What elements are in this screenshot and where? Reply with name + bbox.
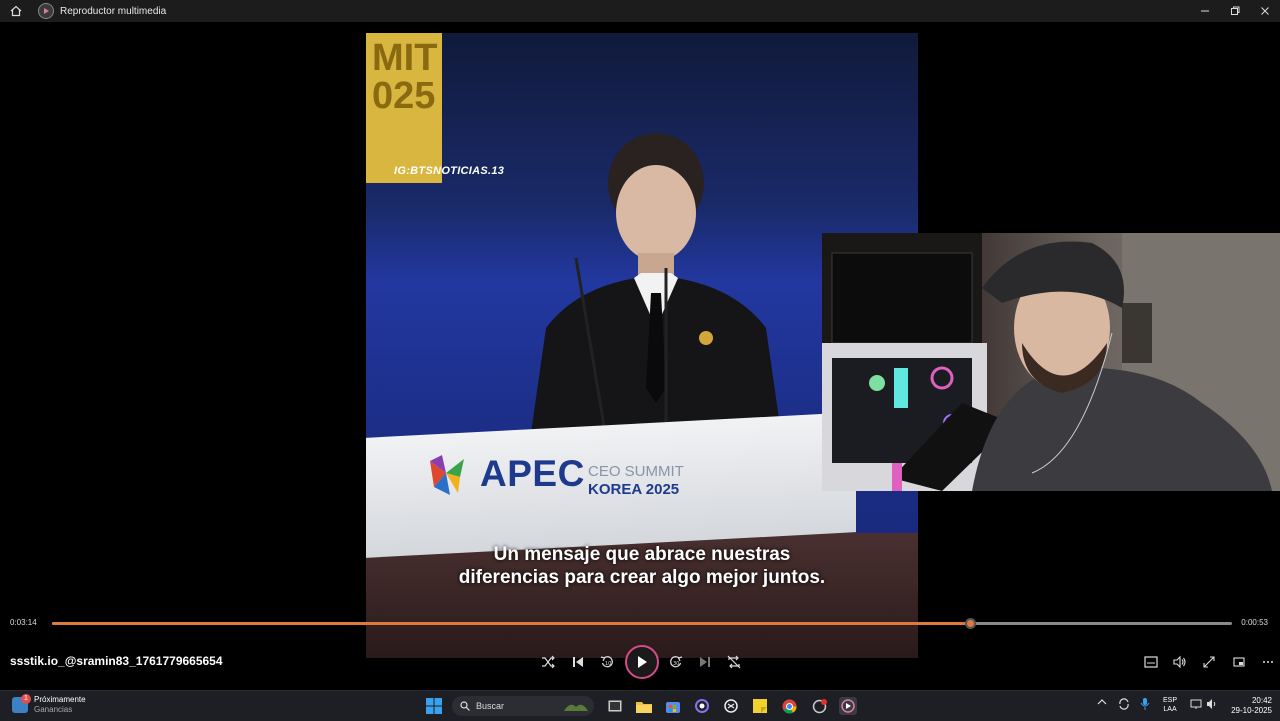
forward-button[interactable]: 30	[664, 650, 688, 674]
window-title: Reproductor multimedia	[60, 5, 167, 17]
more-options-button[interactable]	[1256, 650, 1280, 674]
network-icon[interactable]	[1190, 698, 1202, 712]
widget-subtitle: Ganancias	[34, 705, 73, 714]
video-caption: Un mensaje que abrace nuestras diferenci…	[366, 543, 918, 589]
chart-icon: 1	[12, 694, 31, 713]
fullscreen-button[interactable]	[1197, 650, 1221, 674]
shuffle-button[interactable]	[536, 650, 560, 674]
repeat-button[interactable]	[722, 650, 746, 674]
close-button[interactable]	[1250, 0, 1280, 22]
sticky-notes-icon[interactable]	[751, 697, 769, 715]
play-icon	[638, 656, 647, 668]
fullscreen-icon	[1203, 656, 1215, 668]
notification-badge: 1	[21, 694, 31, 704]
svg-text:30: 30	[673, 661, 679, 667]
search-highlight-icon	[564, 704, 588, 711]
speaker-icon[interactable]	[1206, 698, 1218, 712]
subtitles-button[interactable]	[1139, 650, 1163, 674]
search-icon	[460, 701, 470, 711]
repeat-off-icon	[727, 655, 741, 669]
next-icon	[700, 657, 710, 667]
taskbar-search[interactable]: Buscar	[452, 696, 594, 716]
restore-button[interactable]	[1220, 0, 1250, 22]
chrome-icon[interactable]	[780, 697, 798, 715]
forward-30-icon: 30	[670, 656, 683, 668]
file-explorer-icon[interactable]	[635, 697, 653, 715]
clock-date: 29-10-2025	[1231, 706, 1272, 715]
apec-wordmark: APEC	[480, 453, 585, 494]
volume-button[interactable]	[1168, 650, 1192, 674]
media-filename: ssstik.io_@sramin83_1761779665654	[10, 654, 223, 668]
keyboard-layout: LAA	[1163, 706, 1177, 713]
title-bar: Reproductor multimedia	[0, 0, 1280, 22]
taskview-icon[interactable]	[606, 697, 624, 715]
shuffle-icon	[542, 655, 555, 669]
microphone-icon[interactable]	[1140, 698, 1150, 712]
sync-icon[interactable]	[1118, 698, 1130, 712]
previous-icon	[573, 657, 583, 667]
miniplayer-button[interactable]	[1227, 650, 1251, 674]
next-button[interactable]	[693, 650, 717, 674]
seek-bar[interactable]	[52, 618, 1232, 629]
caption-line-1: Un mensaje que abrace nuestras	[493, 544, 791, 565]
more-icon	[1263, 661, 1273, 663]
rewind-10-icon: 10	[600, 656, 613, 668]
media-player-app-icon	[38, 3, 54, 19]
apec-logo-icon	[430, 455, 464, 495]
app-icon-with-badge[interactable]	[810, 697, 828, 715]
language-code: ESP	[1163, 697, 1178, 704]
current-time: 0:03:14	[10, 618, 37, 627]
clock-time: 20:42	[1251, 696, 1272, 705]
widget-title: Próximamente	[34, 695, 86, 704]
caption-line-2: diferencias para crear algo mejor juntos…	[458, 567, 826, 588]
copilot-icon[interactable]	[693, 697, 711, 715]
seek-bar-progress	[52, 622, 971, 625]
search-placeholder: Buscar	[476, 701, 505, 711]
chevron-up-icon[interactable]	[1097, 698, 1107, 708]
video-watermark: IG:BTSNOTICIAS.13	[394, 165, 505, 177]
system-clock[interactable]: 20:42 29-10-2025	[1231, 696, 1272, 716]
store-icon[interactable]	[664, 697, 682, 715]
media-player-taskbar-icon[interactable]	[839, 697, 857, 715]
chatgpt-icon[interactable]	[722, 697, 740, 715]
windows-start-icon[interactable]	[426, 698, 442, 714]
total-time: 0:00:53	[1241, 618, 1268, 627]
rewind-button[interactable]: 10	[595, 650, 619, 674]
apec-subtitle-1: CEO SUMMIT	[588, 463, 684, 480]
subtitles-icon	[1144, 656, 1158, 668]
home-icon[interactable]	[0, 0, 32, 22]
language-indicator[interactable]: ESP LAA	[1163, 696, 1177, 714]
widgets-button[interactable]: 1 Próximamente Ganancias	[12, 694, 86, 715]
volume-icon	[1173, 655, 1186, 669]
miniplayer-icon	[1233, 657, 1245, 667]
minimize-button[interactable]	[1190, 0, 1220, 22]
seek-bar-thumb[interactable]	[965, 618, 977, 629]
previous-button[interactable]	[566, 650, 590, 674]
apec-subtitle-2: KOREA 2025	[588, 481, 680, 498]
taskbar: 1 Próximamente Ganancias Buscar ESP LAA …	[0, 690, 1280, 721]
event-banner: MIT 025	[366, 33, 442, 183]
svg-text:10: 10	[605, 661, 611, 667]
play-button[interactable]	[625, 645, 659, 679]
webcam-overlay	[822, 233, 1280, 491]
